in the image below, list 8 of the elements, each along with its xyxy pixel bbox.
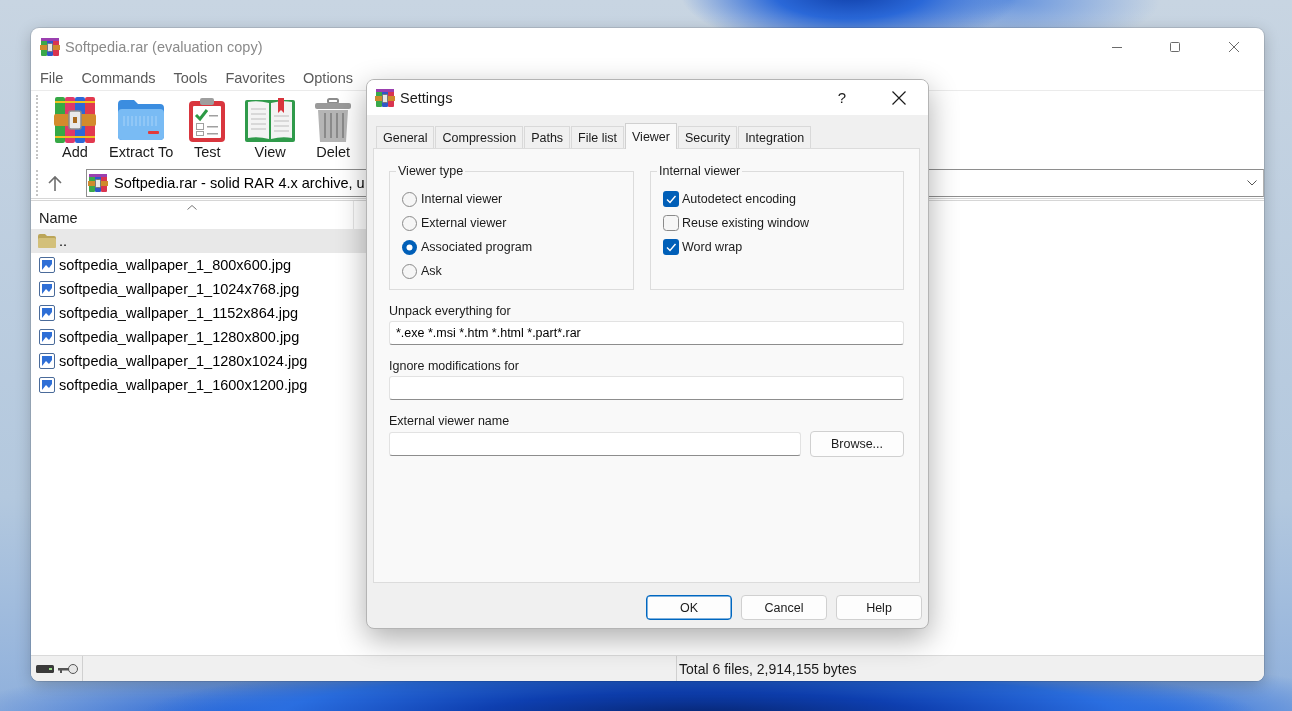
field-label: Ignore modifications for <box>389 359 520 374</box>
dialog-title: Settings <box>400 89 453 106</box>
group-label: Viewer type <box>397 164 465 179</box>
field-label: External viewer name <box>389 414 511 429</box>
field-label: Unpack everything for <box>389 304 512 319</box>
status-text: Total 6 files, 2,914,155 bytes <box>679 660 857 677</box>
window-title: Softpedia.rar (evaluation copy) <box>65 39 263 55</box>
group-label: Internal viewer <box>658 164 742 179</box>
